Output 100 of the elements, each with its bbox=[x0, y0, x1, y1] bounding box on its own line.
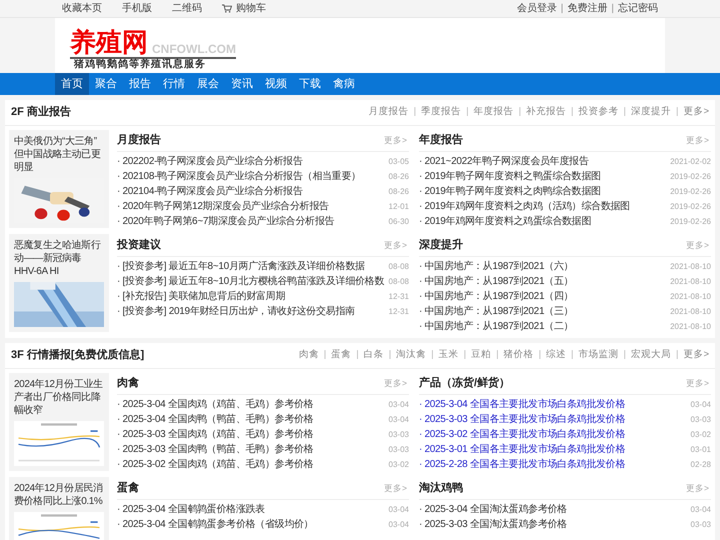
category-link[interactable]: 宏观大局 bbox=[630, 348, 671, 363]
category-link[interactable]: 深度提升 bbox=[630, 105, 671, 120]
separator: | bbox=[518, 105, 522, 120]
nav-tab[interactable]: 禽病 bbox=[327, 73, 361, 95]
site-slogan: 猪鸡鸭鹅鸽等养殖讯息服务 bbox=[70, 57, 236, 71]
top-link[interactable]: 二维码 bbox=[172, 1, 202, 16]
article-link[interactable]: · 中国房地产：从1987到2021（三） bbox=[419, 304, 574, 319]
category-link[interactable]: 月度报告 bbox=[368, 105, 409, 120]
separator: | bbox=[560, 2, 564, 16]
article-date: 03-03 bbox=[690, 519, 711, 531]
top-link[interactable]: 收藏本页 bbox=[62, 1, 102, 16]
article-link[interactable]: · 2025-3-04 全国鹌鹑蛋价格涨跌表 bbox=[117, 502, 265, 517]
article-link[interactable]: · 2025-3-03 全国各主要批发市场白条鸡批发价格 bbox=[419, 412, 626, 427]
category-link[interactable]: 白条 bbox=[364, 348, 384, 363]
top-link[interactable]: 手机版 bbox=[122, 1, 152, 16]
category-link[interactable]: 淘汰禽 bbox=[396, 348, 426, 363]
article-link[interactable]: · 2019年鸭子网年度资料之鸭蛋综合数据图 bbox=[419, 169, 601, 184]
article-link[interactable]: · 2025-3-01 全国各主要批发市场白条鸡批发价格 bbox=[419, 442, 626, 457]
article-link[interactable]: · 2025-3-03 全国肉鸡（鸡苗、毛鸡）参考价格 bbox=[117, 427, 314, 442]
article-link[interactable]: · 202202-鸭子网深度会员产业综合分析报告 bbox=[117, 154, 303, 169]
article-link[interactable]: · 2025-3-04 全国淘汰蛋鸡参考价格 bbox=[419, 502, 567, 517]
article-link[interactable]: · 2019年鸡网年度资料之鸡蛋综合数据图 bbox=[419, 214, 592, 229]
category-link[interactable]: 市场监测 bbox=[578, 348, 618, 363]
article-date: 02-28 bbox=[690, 459, 711, 471]
separator: | bbox=[538, 348, 542, 362]
article-link[interactable]: · 2020年鸭子网第6~7期深度会员产业综合分析报告 bbox=[117, 214, 334, 229]
category-link[interactable]: 猪价格 bbox=[504, 348, 534, 363]
list-title: 蛋禽 bbox=[117, 480, 139, 496]
nav-tab[interactable]: 资讯 bbox=[225, 73, 259, 95]
card-title[interactable]: 2024年12月份工业生产者出厂价格同比降幅收窄 bbox=[14, 378, 104, 417]
nav-tab[interactable]: 展会 bbox=[191, 73, 225, 95]
category-link[interactable]: 投资参考 bbox=[578, 105, 618, 120]
category-link[interactable]: 肉禽 bbox=[298, 348, 319, 363]
article-date: 12-01 bbox=[388, 201, 409, 213]
separator: | bbox=[676, 105, 678, 120]
article-link[interactable]: · 2021~2022年鸭子网深度会员年度报告 bbox=[419, 154, 589, 169]
article-link[interactable]: · 2025-3-03 全国淘汰蛋鸡参考价格 bbox=[419, 517, 567, 532]
list-title: 淘汰鸡鸭 bbox=[419, 480, 463, 496]
article-link[interactable]: · [补充报告] 美联储加息背后的财富周期 bbox=[117, 289, 286, 304]
article-link[interactable]: · 2020年鸭子网第12期深度会员产业综合分析报告 bbox=[117, 199, 329, 214]
separator: | bbox=[414, 105, 416, 120]
article-link[interactable]: · 中国房地产：从1987到2021（四） bbox=[419, 289, 574, 304]
article-date: 08-26 bbox=[388, 186, 409, 198]
article-link[interactable]: · 202104-鸭子网深度会员产业综合分析报告 bbox=[117, 184, 303, 199]
category-link[interactable]: 更多> bbox=[683, 348, 709, 363]
nav-tab[interactable]: 视频 bbox=[259, 73, 293, 95]
account-link[interactable]: 忘记密码 bbox=[618, 1, 658, 16]
category-link[interactable]: 玉米 bbox=[438, 348, 459, 363]
article-link[interactable]: · 2025-3-04 全国肉鸭（鸭苗、毛鸭）参考价格 bbox=[117, 412, 314, 427]
article-date: 03-04 bbox=[388, 519, 409, 531]
news-card[interactable]: 2024年12月份工业生产者出厂价格同比降幅收窄 bbox=[9, 373, 109, 471]
separator: | bbox=[496, 348, 499, 362]
news-card[interactable]: 恶魔复生之哈迪斯行动——新冠病毒 HHV-6A HI bbox=[9, 234, 109, 332]
account-link[interactable]: 会员登录 bbox=[516, 1, 557, 16]
article-link[interactable]: · 2019年鸭子网年度资料之肉鸭综合数据图 bbox=[419, 184, 601, 199]
article-link[interactable]: · [投资参考] 2019年财经日历出炉，请收好这份交易指南 bbox=[117, 304, 355, 319]
article-link[interactable]: · 2025-3-02 全国肉鸡（鸡苗、毛鸡）参考价格 bbox=[117, 457, 314, 472]
article-link[interactable]: · 202108-鸭子网深度会员产业综合分析报告（相当重要） bbox=[117, 169, 361, 184]
category-link[interactable]: 补充报告 bbox=[526, 105, 566, 120]
article-link[interactable]: · 2019年鸡网年度资料之肉鸡（活鸡）综合数据图 bbox=[419, 199, 630, 214]
category-link[interactable]: 豆粕 bbox=[471, 348, 492, 363]
nav-tab[interactable]: 行情 bbox=[157, 73, 191, 95]
nav-tab[interactable]: 下载 bbox=[293, 73, 327, 95]
article-date: 03-02 bbox=[388, 459, 409, 471]
article-link[interactable]: · 2025-3-02 全国各主要批发市场白条鸡批发价格 bbox=[419, 427, 626, 442]
article-date: 03-04 bbox=[690, 399, 711, 411]
cart-icon bbox=[222, 4, 232, 13]
article-link[interactable]: · [投资参考] 最近五年8~10月北方樱桃谷鸭苗涨跌及详细价格数 bbox=[117, 274, 384, 289]
site-logo[interactable]: 养殖网 bbox=[70, 28, 148, 56]
category-link[interactable]: 更多> bbox=[683, 105, 709, 120]
nav-tab[interactable]: 聚合 bbox=[89, 73, 123, 95]
news-card[interactable]: 中美俄仍为“大三角” 但中国战略主动已更明显 bbox=[9, 130, 109, 228]
article-link[interactable]: · 2025-2-28 全国各主要批发市场白条鸡批发价格 bbox=[419, 457, 626, 472]
separator: | bbox=[676, 348, 678, 362]
article-link[interactable]: · 2025-3-04 全国鹌鹑蛋参考价格（省级均价） bbox=[117, 517, 314, 532]
article-link[interactable]: · 中国房地产：从1987到2021（六） bbox=[419, 259, 574, 274]
news-card[interactable]: 2024年12月份居民消费价格同比上涨0.1% bbox=[9, 477, 109, 540]
top-link[interactable]: 购物车 bbox=[222, 1, 266, 16]
article-link[interactable]: · 2025-3-03 全国肉鸭（鸭苗、毛鸭）参考价格 bbox=[117, 442, 314, 457]
category-link[interactable]: 蛋禽 bbox=[331, 348, 352, 363]
list-title: 投资建议 bbox=[117, 238, 161, 254]
article-link[interactable]: · [投资参考] 最近五年8~10月两广活禽涨跌及详细价格数据 bbox=[117, 259, 365, 274]
card-title[interactable]: 2024年12月份居民消费价格同比上涨0.1% bbox=[14, 482, 104, 508]
account-link[interactable]: 免费注册 bbox=[567, 1, 608, 16]
article-date: 03-03 bbox=[388, 429, 409, 441]
article-date: 03-04 bbox=[388, 414, 409, 426]
article-link[interactable]: · 中国房地产：从1987到2021（二） bbox=[419, 319, 574, 334]
category-link[interactable]: 季度报告 bbox=[421, 105, 462, 120]
category-link[interactable]: 年度报告 bbox=[474, 105, 514, 120]
article-link[interactable]: · 2025-3-04 全国各主要批发市场白条鸡批发价格 bbox=[419, 397, 626, 412]
article-date: 2021-08-10 bbox=[670, 276, 711, 288]
nav-tab[interactable]: 首页 bbox=[55, 73, 89, 95]
article-date: 06-30 bbox=[388, 216, 409, 228]
card-title[interactable]: 恶魔复生之哈迪斯行动——新冠病毒 HHV-6A HI bbox=[14, 239, 104, 278]
category-link[interactable]: 综述 bbox=[546, 348, 566, 363]
nav-tab[interactable]: 报告 bbox=[123, 73, 157, 95]
article-link[interactable]: · 中国房地产：从1987到2021（五） bbox=[419, 274, 574, 289]
card-title[interactable]: 中美俄仍为“大三角” 但中国战略主动已更明显 bbox=[14, 135, 104, 174]
list-title: 月度报告 bbox=[117, 132, 161, 148]
article-link[interactable]: · 2025-3-04 全国肉鸡（鸡苗、毛鸡）参考价格 bbox=[117, 397, 314, 412]
